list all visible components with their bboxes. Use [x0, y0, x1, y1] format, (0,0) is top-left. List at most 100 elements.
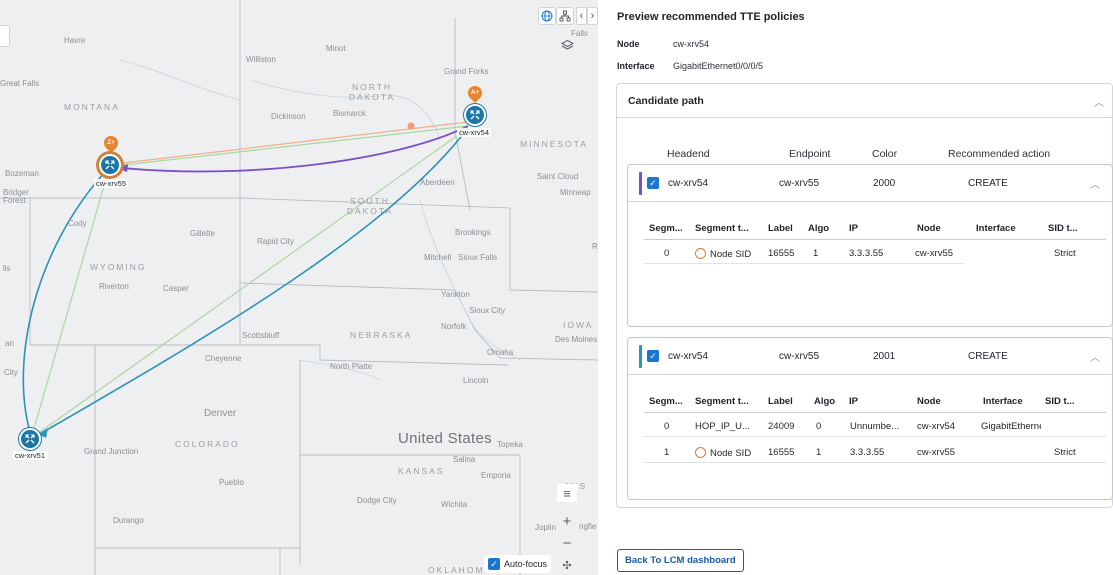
- path-action: CREATE: [968, 178, 1008, 189]
- city-label: Salina: [453, 455, 476, 464]
- city-label: Saint Cloud: [537, 172, 579, 181]
- path-headend: cw-xrv54: [668, 178, 709, 189]
- map-base: [0, 0, 598, 575]
- cell-interface: GigabitEtherne: [981, 421, 1041, 432]
- a-end-pin-icon: A+: [465, 83, 485, 103]
- node-sid-icon: [695, 248, 706, 259]
- city-label: Denver: [204, 408, 237, 419]
- node-value: cw-xrv54: [673, 39, 710, 49]
- th-segment: Segm...: [649, 396, 683, 407]
- cell-algo: 1: [816, 447, 822, 458]
- th-node: Node: [917, 223, 941, 234]
- back-to-lcm-dashboard-button[interactable]: Back To LCM dashboard: [617, 549, 744, 572]
- chevron-up-icon[interactable]: ︿: [1090, 349, 1100, 364]
- city-label: Brookings: [455, 228, 491, 237]
- path-card-2000: ✓ cw-xrv54 cw-xrv55 2000 CREATE ︿ Segm..…: [627, 164, 1113, 327]
- th-ip: IP: [849, 223, 858, 234]
- city-label: North Platte: [330, 362, 373, 371]
- cell-label: 16555: [768, 248, 795, 259]
- path-action: CREATE: [968, 351, 1008, 362]
- node-key: Node: [617, 39, 640, 49]
- panel-title: Preview recommended TTE policies: [617, 11, 805, 23]
- interface-key: Interface: [617, 61, 655, 71]
- city-label: Grand Forks: [444, 67, 489, 76]
- cell-algo: 0: [816, 421, 822, 432]
- city-label: Mitchell: [424, 253, 452, 262]
- path-header[interactable]: ✓ cw-xrv54 cw-xrv55 2000 CREATE ︿: [628, 165, 1112, 202]
- cell-sid-type: Strict: [1054, 447, 1076, 458]
- cell-label: 16555: [768, 447, 795, 458]
- z-end-pin-icon: Z+: [101, 133, 121, 153]
- city-label: Bismarck: [333, 109, 366, 118]
- cell-node: cw-xrv55: [917, 447, 956, 458]
- map-label-kansas: KANSAS: [398, 466, 445, 476]
- th-algo: Algo: [814, 396, 836, 407]
- city-label: Great Falls: [0, 79, 40, 88]
- node-label-cw-xrv51: cw-xrv51: [13, 451, 48, 460]
- layers-icon[interactable]: [558, 36, 576, 54]
- map-label-south-dakota: SOUTH DAKOTA: [346, 196, 394, 216]
- router-node-cw-xrv54[interactable]: [464, 104, 486, 126]
- candidate-path-title: Candidate path: [628, 94, 704, 107]
- city-label: Scottsbluff: [242, 331, 280, 340]
- zoom-out-icon[interactable]: −: [557, 534, 577, 552]
- cell-segment-type: HOP_IP_U...: [695, 421, 750, 432]
- city-label: ngfie: [579, 522, 597, 531]
- city-label: Minot: [326, 44, 346, 53]
- th-segment-type: Segment t...: [695, 396, 749, 407]
- candidate-path-header[interactable]: Candidate path ︿: [617, 84, 1112, 118]
- cell-node: cw-xrv55: [915, 248, 954, 259]
- recenter-icon[interactable]: ✣: [557, 556, 577, 574]
- chevron-left-icon[interactable]: ‹: [576, 7, 587, 25]
- router-node-cw-xrv55[interactable]: [99, 154, 121, 176]
- chevron-up-icon[interactable]: ︿: [1094, 94, 1104, 109]
- legend-list-icon[interactable]: ≡: [557, 484, 577, 502]
- checkbox-checked-icon[interactable]: ✓: [488, 558, 500, 570]
- map-label-oklahoma: OKLAHOMA: [428, 565, 493, 575]
- auto-focus-toggle[interactable]: ✓ Auto-focus: [484, 555, 552, 573]
- checkbox-checked-icon[interactable]: ✓: [647, 350, 659, 362]
- cell-node: cw-xrv54: [917, 421, 956, 432]
- node-sid-icon: [695, 447, 706, 458]
- divider: [644, 462, 1106, 463]
- city-label: Bozeman: [5, 169, 39, 178]
- map-label-montana: MONTANA: [64, 102, 120, 112]
- chevron-right-icon[interactable]: ›: [587, 7, 598, 25]
- city-label: Grand Junction: [84, 447, 139, 456]
- topology-view-icon[interactable]: [556, 7, 574, 25]
- path-header[interactable]: ✓ cw-xrv54 cw-xrv55 2001 CREATE ︿: [628, 338, 1112, 375]
- th-label: Label: [768, 396, 793, 407]
- cell-sid-type: Strict: [1054, 248, 1076, 259]
- map-label-wyoming: WYOMING: [90, 262, 147, 272]
- city-label: Gillette: [190, 229, 215, 238]
- city-label: Aberdeen: [420, 178, 455, 187]
- router-node-cw-xrv51[interactable]: [19, 428, 41, 450]
- th-label: Label: [768, 223, 793, 234]
- checkbox-checked-icon[interactable]: ✓: [647, 177, 659, 189]
- divider: [644, 239, 1106, 240]
- th-interface: Interface: [976, 223, 1016, 234]
- topology-map[interactable]: MONTANA NORTH DAKOTA SOUTH DAKOTA WYOMIN…: [0, 0, 598, 575]
- chevron-up-icon[interactable]: ︿: [1090, 176, 1100, 191]
- interface-row: Interface GigabitEthernet0/0/0/5: [617, 61, 763, 71]
- city-label: Norfolk: [441, 322, 467, 331]
- city-label: Des Moines: [555, 335, 598, 344]
- router-icon: [470, 110, 480, 120]
- globe-view-icon[interactable]: [538, 7, 556, 25]
- cell-segment: 0: [664, 421, 670, 432]
- left-drawer-handle[interactable]: [0, 25, 10, 47]
- th-node: Node: [917, 396, 941, 407]
- map-label-nebraska: NEBRASKA: [350, 330, 413, 340]
- path-color: 2000: [873, 178, 896, 189]
- router-icon: [25, 434, 35, 444]
- zoom-in-icon[interactable]: +: [557, 512, 577, 530]
- th-ip: IP: [849, 396, 858, 407]
- city-label: Emporia: [481, 471, 511, 480]
- map-label-iowa: IOWA: [563, 320, 594, 330]
- th-segment: Segm...: [649, 223, 683, 234]
- th-interface: Interface: [983, 396, 1023, 407]
- city-label: Havre: [64, 36, 86, 45]
- th-sid-type: SID t...: [1045, 396, 1075, 407]
- cell-ip: 3.3.3.55: [849, 248, 884, 259]
- map-label-minnesota: MINNESOTA: [520, 139, 588, 149]
